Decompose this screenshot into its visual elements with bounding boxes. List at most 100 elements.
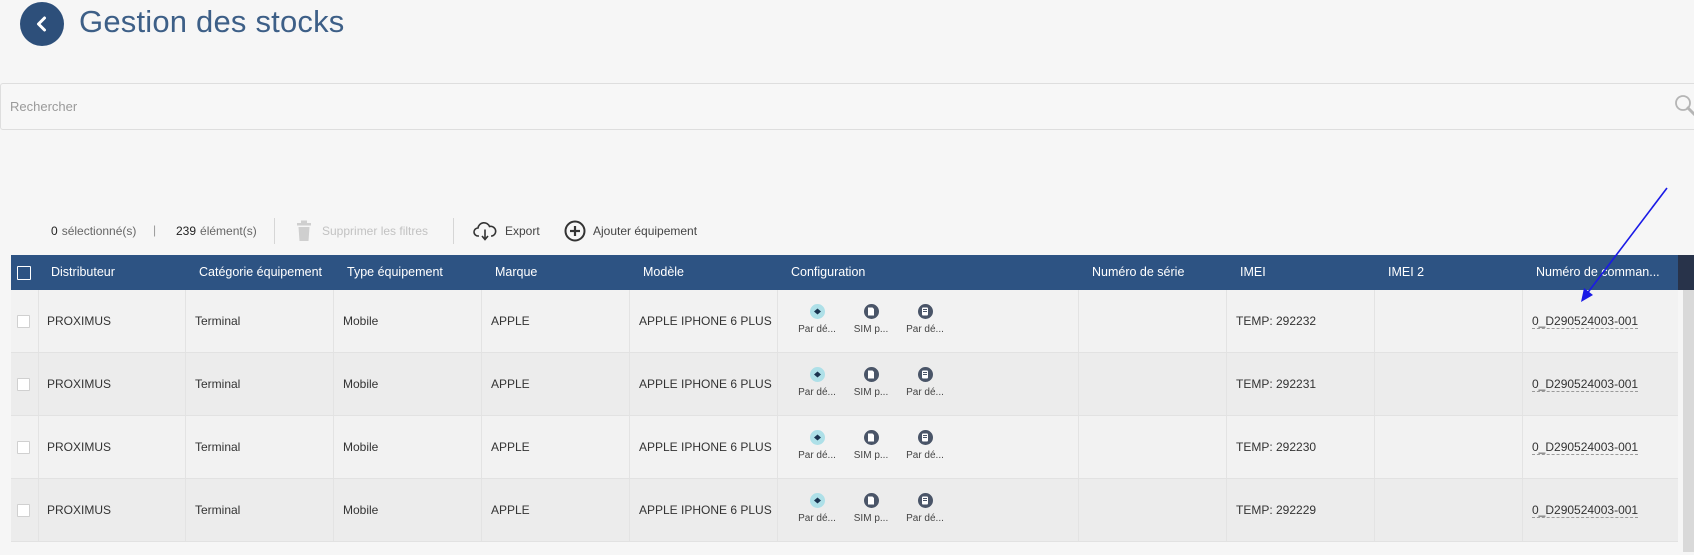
config-item[interactable]: SIM p... xyxy=(851,367,891,398)
chevron-left-icon xyxy=(37,16,46,32)
cell-modele: APPLE IPHONE 6 PLUS xyxy=(639,440,772,454)
cell-categorie: Terminal xyxy=(195,377,241,391)
device-settings-icon xyxy=(917,304,933,319)
cell-distributeur: PROXIMUS xyxy=(47,503,112,517)
cell-categorie: Terminal xyxy=(195,503,241,517)
search-bar xyxy=(0,83,1694,130)
column-header-configuration[interactable]: Configuration xyxy=(791,255,865,290)
config-item[interactable]: Par dé... xyxy=(905,493,945,524)
order-number-link[interactable]: 0_D290524003-001 xyxy=(1532,377,1639,392)
table-row[interactable]: PROXIMUS Terminal Mobile APPLE APPLE IPH… xyxy=(11,353,1688,416)
order-number-link[interactable]: 0_D290524003-001 xyxy=(1532,503,1639,518)
device-settings-icon xyxy=(917,430,933,445)
config-item[interactable]: SIM p... xyxy=(851,493,891,524)
cell-distributeur: PROXIMUS xyxy=(47,440,112,454)
cell-modele: APPLE IPHONE 6 PLUS xyxy=(639,377,772,391)
sim-card-icon xyxy=(863,304,879,319)
device-settings-icon xyxy=(917,493,933,508)
cell-imei: TEMP: 292232 xyxy=(1236,314,1317,328)
table-row[interactable]: PROXIMUS Terminal Mobile APPLE APPLE IPH… xyxy=(11,290,1688,353)
config-item[interactable]: Par dé... xyxy=(905,367,945,398)
order-number-link[interactable]: 0_D290524003-001 xyxy=(1532,314,1639,329)
row-checkbox[interactable] xyxy=(17,378,30,391)
page-title: Gestion des stocks xyxy=(79,4,345,39)
vertical-scrollbar[interactable] xyxy=(1683,290,1694,552)
cell-distributeur: PROXIMUS xyxy=(47,314,112,328)
config-item[interactable]: Par dé... xyxy=(797,430,837,461)
config-label: SIM p... xyxy=(853,387,889,398)
order-number-link[interactable]: 0_D290524003-001 xyxy=(1532,440,1639,455)
search-input[interactable] xyxy=(10,84,1660,129)
column-header-imei[interactable]: IMEI xyxy=(1240,255,1266,290)
row-checkbox[interactable] xyxy=(17,315,30,328)
column-header-numero-commande[interactable]: Numéro de comman... xyxy=(1536,255,1660,290)
default-config-icon xyxy=(809,367,825,382)
export-button[interactable]: Export xyxy=(473,218,540,244)
config-label: Par dé... xyxy=(906,513,944,524)
clear-filters-label: Supprimer les filtres xyxy=(322,224,429,238)
export-label: Export xyxy=(505,224,540,238)
cell-numero-commande: 0_D290524003-001 xyxy=(1532,353,1639,415)
config-item[interactable]: Par dé... xyxy=(905,304,945,335)
cell-marque: APPLE xyxy=(491,440,530,454)
config-label: SIM p... xyxy=(853,513,889,524)
config-label: Par dé... xyxy=(906,324,944,335)
cloud-download-icon xyxy=(473,222,497,241)
sim-card-icon xyxy=(863,493,879,508)
column-header-modele[interactable]: Modèle xyxy=(643,255,684,290)
default-config-icon xyxy=(809,493,825,508)
cell-numero-commande: 0_D290524003-001 xyxy=(1532,416,1639,478)
column-header-marque[interactable]: Marque xyxy=(495,255,537,290)
stock-table: Distributeur Catégorie équipement Type é… xyxy=(11,255,1694,555)
cell-numero-commande: 0_D290524003-001 xyxy=(1532,290,1639,352)
cell-marque: APPLE xyxy=(491,503,530,517)
config-item[interactable]: Par dé... xyxy=(905,430,945,461)
config-label: Par dé... xyxy=(906,450,944,461)
column-header-type[interactable]: Type équipement xyxy=(347,255,443,290)
row-checkbox[interactable] xyxy=(17,504,30,517)
clear-filters-button[interactable]: Supprimer les filtres xyxy=(295,218,428,244)
total-count: 239 xyxy=(176,224,197,238)
cell-categorie: Terminal xyxy=(195,314,241,328)
select-all-checkbox[interactable] xyxy=(17,266,31,280)
selected-count: 0 xyxy=(51,224,58,238)
search-icon[interactable] xyxy=(1674,94,1694,118)
column-header-imei2[interactable]: IMEI 2 xyxy=(1388,255,1424,290)
config-label: Par dé... xyxy=(798,450,836,461)
cell-distributeur: PROXIMUS xyxy=(47,377,112,391)
plus-circle-icon xyxy=(564,220,586,242)
sim-card-icon xyxy=(863,367,879,382)
toolbar-divider xyxy=(274,218,275,244)
column-header-distributeur[interactable]: Distributeur xyxy=(51,255,115,290)
grid-toolbar: 0 sélectionné(s) | 239 élément(s) Suppri… xyxy=(0,218,1694,244)
column-header-categorie[interactable]: Catégorie équipement xyxy=(199,255,322,290)
cell-type: Mobile xyxy=(343,377,379,391)
back-button[interactable] xyxy=(20,2,64,46)
config-label: Par dé... xyxy=(906,387,944,398)
config-label: SIM p... xyxy=(853,450,889,461)
cell-imei: TEMP: 292231 xyxy=(1236,377,1317,391)
add-equipment-label: Ajouter équipement xyxy=(593,224,698,238)
config-item[interactable]: Par dé... xyxy=(797,304,837,335)
device-settings-icon xyxy=(917,367,933,382)
default-config-icon xyxy=(809,304,825,319)
toolbar-divider xyxy=(453,218,454,244)
add-equipment-button[interactable]: Ajouter équipement xyxy=(564,218,697,244)
total-counter: 239 élément(s) xyxy=(176,218,257,244)
config-item[interactable]: Par dé... xyxy=(797,367,837,398)
cell-type: Mobile xyxy=(343,314,379,328)
config-item[interactable]: SIM p... xyxy=(851,304,891,335)
config-item[interactable]: Par dé... xyxy=(797,493,837,524)
total-label: élément(s) xyxy=(200,224,257,238)
row-checkbox[interactable] xyxy=(17,441,30,454)
cell-marque: APPLE xyxy=(491,314,530,328)
table-row[interactable]: PROXIMUS Terminal Mobile APPLE APPLE IPH… xyxy=(11,416,1688,479)
default-config-icon xyxy=(809,430,825,445)
table-header: Distributeur Catégorie équipement Type é… xyxy=(11,255,1694,290)
column-header-numero-serie[interactable]: Numéro de série xyxy=(1092,255,1184,290)
cell-categorie: Terminal xyxy=(195,440,241,454)
table-row[interactable]: PROXIMUS Terminal Mobile APPLE APPLE IPH… xyxy=(11,479,1688,542)
config-item[interactable]: SIM p... xyxy=(851,430,891,461)
cell-numero-commande: 0_D290524003-001 xyxy=(1532,479,1639,541)
cell-modele: APPLE IPHONE 6 PLUS xyxy=(639,314,772,328)
